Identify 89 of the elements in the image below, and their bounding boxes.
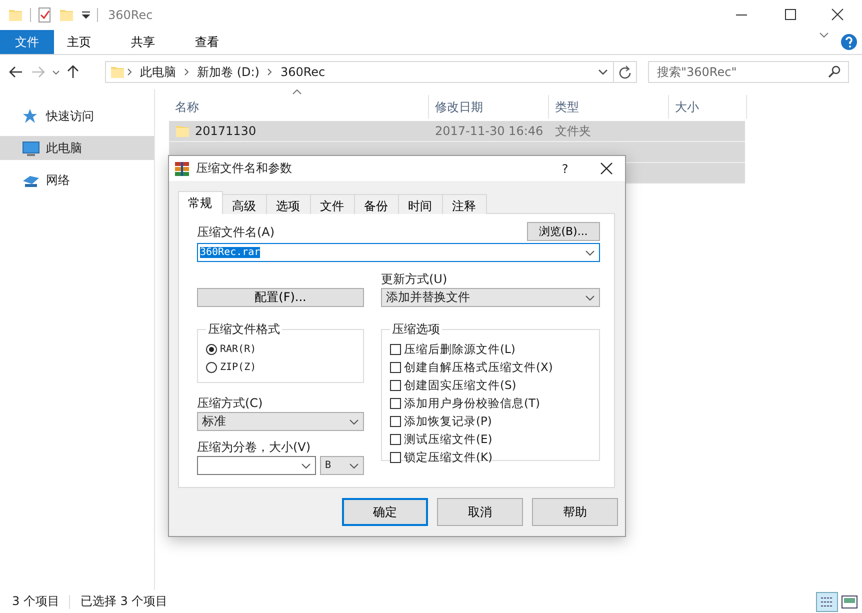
- chevron-down-icon: [301, 462, 311, 470]
- chevron-right-icon: [183, 67, 190, 77]
- unit-dropdown[interactable]: B: [320, 456, 364, 475]
- up-arrow-icon[interactable]: [66, 64, 80, 80]
- field-label: 压缩文件名(A): [197, 224, 275, 241]
- option-label: 测试压缩文件(E): [404, 432, 492, 446]
- column-header[interactable]: 修改日期: [429, 95, 549, 119]
- checkbox[interactable]: [390, 434, 401, 444]
- option-label: 创建自解压格式压缩文件(X): [404, 360, 553, 374]
- back-arrow-icon[interactable]: [8, 65, 24, 79]
- split-size-field[interactable]: [197, 456, 316, 475]
- dialog-tab[interactable]: 文件: [310, 194, 355, 214]
- radio-button[interactable]: [206, 344, 217, 354]
- dialog-tab[interactable]: 注释: [442, 194, 487, 214]
- option-label: 添加恢复记录(P): [404, 414, 492, 428]
- field-label: 压缩方式(C): [197, 395, 264, 412]
- chevron-down-icon[interactable]: [52, 68, 60, 76]
- browse-button[interactable]: 浏览(B)...: [527, 222, 600, 241]
- method-dropdown[interactable]: 标准: [197, 412, 364, 431]
- checkbox[interactable]: [390, 398, 401, 408]
- chevron-down-icon: [585, 294, 595, 302]
- dialog-button[interactable]: 帮助: [532, 498, 618, 526]
- chevron-down-icon[interactable]: [597, 67, 609, 77]
- chevron-right-icon: [126, 67, 133, 77]
- folder-icon: [175, 123, 191, 139]
- window-title: 360Rec: [108, 8, 154, 22]
- chevron-down-icon: [349, 418, 359, 426]
- sidebar-item[interactable]: 此电脑: [0, 136, 154, 160]
- details-view-icon[interactable]: [816, 592, 838, 612]
- archive-name-field[interactable]: 360Rec.rar: [197, 243, 600, 262]
- help-button[interactable]: ?: [547, 162, 583, 176]
- computer-icon: [22, 140, 40, 156]
- dialog-title: 压缩文件名和参数: [196, 160, 293, 177]
- dialog-button[interactable]: 确定: [342, 498, 428, 526]
- field-label: 更新方式(U): [381, 271, 448, 288]
- breadcrumb[interactable]: 360Rec: [280, 65, 326, 79]
- sidebar-item[interactable]: 快速访问: [0, 104, 154, 128]
- option-label: 创建固实压缩文件(S): [404, 378, 516, 392]
- checkbox[interactable]: [390, 362, 401, 372]
- checkbox[interactable]: [390, 452, 401, 462]
- refresh-icon[interactable]: [618, 65, 632, 79]
- item-count: 3 个项目: [12, 593, 60, 610]
- update-mode-dropdown[interactable]: 添加并替换文件: [381, 288, 600, 307]
- ribbon-tab[interactable]: 查看: [182, 30, 232, 54]
- column-header[interactable]: 类型: [549, 95, 669, 119]
- ribbon-tab[interactable]: 主页: [54, 30, 104, 54]
- column-header[interactable]: 大小: [669, 95, 747, 119]
- modified-date: 2017-11-30 16:46: [435, 124, 544, 138]
- breadcrumb[interactable]: 此电脑: [140, 64, 176, 80]
- dialog-button[interactable]: 取消: [437, 498, 523, 526]
- archive-icon: [174, 160, 190, 176]
- radio-button[interactable]: [206, 362, 217, 372]
- option-label: 压缩后删除源文件(L): [404, 342, 516, 356]
- folder-icon: [110, 64, 126, 80]
- dropdown-icon[interactable]: [81, 9, 91, 21]
- group-title: 压缩文件格式: [207, 321, 281, 338]
- help-icon[interactable]: [840, 33, 858, 51]
- dialog-tab[interactable]: 时间: [398, 194, 443, 214]
- checkbox[interactable]: [390, 416, 401, 426]
- chevron-right-icon: [266, 67, 274, 77]
- sidebar-item[interactable]: 网络: [0, 168, 154, 192]
- option-label: ZIP(Z): [220, 362, 256, 372]
- dialog-tab[interactable]: 选项: [266, 194, 311, 214]
- profiles-button[interactable]: 配置(F)...: [197, 288, 364, 307]
- dialog-tab[interactable]: 备份: [354, 194, 399, 214]
- option-label: RAR(R): [220, 344, 256, 354]
- dialog-tab[interactable]: 高级: [222, 194, 267, 214]
- option-label: 锁定压缩文件(K): [404, 450, 493, 464]
- file-row[interactable]: 20171130 2017-11-30 16:46 文件夹: [169, 121, 745, 142]
- chevron-down-icon: [349, 462, 359, 470]
- checkbox[interactable]: [390, 380, 401, 390]
- breadcrumb[interactable]: 新加卷 (D:): [197, 64, 260, 80]
- option-label: 添加用户身份校验信息(T): [404, 396, 540, 410]
- search-icon[interactable]: [828, 65, 841, 78]
- search-field[interactable]: 搜索"360Rec": [648, 61, 849, 83]
- ribbon-tab[interactable]: 共享: [118, 30, 168, 54]
- column-header[interactable]: 名称: [169, 95, 429, 119]
- ribbon-tab[interactable]: 文件: [0, 30, 54, 54]
- selection-count: 已选择 3 个项目: [80, 593, 168, 610]
- chevron-down-icon: [585, 248, 595, 256]
- checkbox[interactable]: [390, 344, 401, 354]
- dialog-tab[interactable]: 常规: [178, 191, 223, 214]
- group-title: 压缩选项: [391, 321, 441, 338]
- field-label: 压缩为分卷，大小(V): [197, 439, 312, 456]
- address-bar[interactable]: 此电脑 新加卷 (D:) 360Rec: [105, 61, 614, 83]
- file-type: 文件夹: [555, 122, 591, 140]
- checklist-icon[interactable]: [37, 7, 53, 23]
- chevron-down-icon[interactable]: [818, 30, 830, 40]
- file-name: 20171130: [195, 124, 258, 138]
